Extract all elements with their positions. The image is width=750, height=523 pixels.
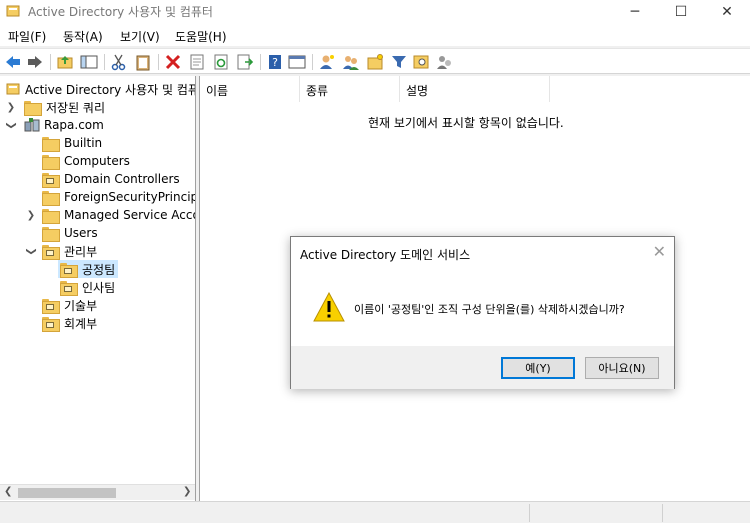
find-icon[interactable] bbox=[412, 53, 430, 71]
scroll-right-icon[interactable]: ❯ bbox=[183, 486, 191, 497]
dialog-close-icon[interactable]: ✕ bbox=[653, 242, 666, 261]
add-to-group-icon[interactable] bbox=[436, 53, 454, 71]
help-icon[interactable]: ? bbox=[266, 53, 284, 71]
column-header-type[interactable]: 종류 bbox=[300, 76, 400, 102]
back-arrow-icon[interactable] bbox=[4, 53, 22, 71]
toolbar-separator bbox=[158, 54, 159, 70]
warning-icon bbox=[313, 292, 345, 322]
ou-folder-icon bbox=[42, 316, 60, 332]
tree-item-builtin[interactable]: Builtin bbox=[42, 134, 102, 152]
svg-text:?: ? bbox=[272, 56, 278, 69]
ad-root-icon bbox=[6, 83, 20, 95]
tree-item-accounting[interactable]: 회계부 bbox=[42, 314, 97, 332]
tree-item-tech[interactable]: 기술부 bbox=[42, 296, 97, 314]
maximize-icon: ☐ bbox=[674, 4, 688, 20]
minimize-button[interactable]: ─ bbox=[612, 0, 658, 24]
dialog-message: 이름이 '공정팀'인 조직 구성 단위을(를) 삭제하시겠습니까? bbox=[354, 303, 625, 316]
console-tree: Active Directory 사용자 및 컴퓨터 ❯ 저장된 쿼리 ❯ Ra… bbox=[0, 76, 196, 501]
chevron-down-icon[interactable]: ❯ bbox=[26, 246, 37, 256]
chevron-right-icon[interactable]: ❯ bbox=[6, 102, 16, 113]
folder-icon bbox=[42, 136, 60, 152]
toolbar-separator bbox=[50, 54, 51, 70]
folder-icon bbox=[42, 190, 60, 206]
ou-folder-icon bbox=[60, 280, 78, 296]
paste-icon[interactable] bbox=[134, 53, 152, 71]
tree-root[interactable]: Active Directory 사용자 및 컴퓨터 bbox=[6, 80, 195, 98]
chevron-down-icon[interactable]: ❯ bbox=[6, 120, 17, 130]
new-ou-icon[interactable] bbox=[366, 53, 384, 71]
tree-horizontal-scrollbar[interactable]: ❮ ❯ bbox=[0, 484, 195, 500]
chevron-right-icon[interactable]: ❯ bbox=[26, 210, 36, 221]
minimize-icon: ─ bbox=[630, 4, 640, 20]
folder-icon bbox=[24, 100, 42, 116]
scrollbar-thumb[interactable] bbox=[18, 488, 116, 498]
ou-folder-icon bbox=[42, 172, 60, 188]
filter-icon[interactable] bbox=[390, 53, 408, 71]
folder-icon bbox=[42, 154, 60, 170]
menu-help[interactable]: 도움말(H) bbox=[175, 28, 227, 45]
console-tree-icon[interactable] bbox=[288, 53, 306, 71]
close-button[interactable]: ✕ bbox=[704, 0, 750, 24]
show-hide-tree-icon[interactable] bbox=[80, 53, 98, 71]
folder-icon bbox=[42, 226, 60, 242]
ad-app-icon bbox=[6, 5, 20, 17]
forward-arrow-icon[interactable] bbox=[26, 53, 44, 71]
close-icon: ✕ bbox=[721, 4, 733, 20]
menu-bar: 파일(F) 동작(A) 보기(V) 도움말(H) bbox=[0, 24, 750, 46]
ou-folder-icon bbox=[42, 298, 60, 314]
tree-item-production[interactable]: 공정팀 bbox=[58, 260, 119, 278]
menu-file[interactable]: 파일(F) bbox=[8, 28, 46, 45]
dialog-title: Active Directory 도메인 서비스 bbox=[300, 248, 471, 262]
no-button[interactable]: 아니요(N) bbox=[585, 357, 659, 379]
status-segment bbox=[662, 504, 663, 522]
tree-item-hr[interactable]: 인사팀 bbox=[60, 278, 115, 296]
new-group-icon[interactable] bbox=[342, 53, 360, 71]
folder-icon bbox=[42, 208, 60, 224]
empty-list-message: 현재 보기에서 표시할 항목이 없습니다. bbox=[368, 116, 564, 130]
status-bar bbox=[0, 501, 750, 523]
ou-folder-icon bbox=[60, 262, 78, 278]
tree-item-users[interactable]: Users bbox=[42, 224, 98, 242]
tree-item-saved-queries[interactable]: ❯ 저장된 쿼리 bbox=[7, 98, 105, 116]
new-user-icon[interactable] bbox=[318, 53, 336, 71]
toolbar: ? bbox=[0, 48, 750, 74]
tree-item-managed-service-accounts[interactable]: ❯ Managed Service Accounts bbox=[27, 206, 195, 224]
maximize-button[interactable]: ☐ bbox=[658, 0, 704, 24]
tree-item-domain[interactable]: ❯ Rapa.com bbox=[6, 116, 104, 134]
tree-item-domain-controllers[interactable]: Domain Controllers bbox=[42, 170, 180, 188]
column-header-description[interactable]: 설명 bbox=[400, 76, 550, 102]
export-list-icon[interactable] bbox=[236, 53, 254, 71]
toolbar-separator bbox=[312, 54, 313, 70]
dialog-footer: 예(Y) 아니요(N) bbox=[291, 346, 674, 389]
window-title: Active Directory 사용자 및 컴퓨터 bbox=[28, 5, 213, 19]
status-segment bbox=[529, 504, 530, 522]
ou-folder-icon bbox=[42, 244, 60, 260]
yes-button[interactable]: 예(Y) bbox=[501, 357, 575, 379]
up-folder-icon[interactable] bbox=[56, 53, 74, 71]
confirm-delete-dialog: Active Directory 도메인 서비스 ✕ 이름이 '공정팀'인 조직… bbox=[290, 236, 675, 389]
toolbar-separator bbox=[260, 54, 261, 70]
column-header-name[interactable]: 이름 bbox=[200, 76, 300, 102]
properties-icon[interactable] bbox=[188, 53, 206, 71]
domain-icon bbox=[24, 118, 40, 132]
cut-icon[interactable] bbox=[110, 53, 128, 71]
refresh-icon[interactable] bbox=[212, 53, 230, 71]
menu-action[interactable]: 동작(A) bbox=[63, 28, 103, 45]
delete-icon[interactable] bbox=[164, 53, 182, 71]
toolbar-separator bbox=[104, 54, 105, 70]
tree-item-computers[interactable]: Computers bbox=[42, 152, 130, 170]
menu-view[interactable]: 보기(V) bbox=[120, 28, 160, 45]
title-bar: Active Directory 사용자 및 컴퓨터 ─ ☐ ✕ bbox=[0, 0, 750, 24]
tree-item-mgmt[interactable]: ❯ 관리부 bbox=[26, 242, 97, 260]
scroll-left-icon[interactable]: ❮ bbox=[4, 486, 12, 497]
tree-item-foreign-security-principals[interactable]: ForeignSecurityPrincipals bbox=[42, 188, 195, 206]
